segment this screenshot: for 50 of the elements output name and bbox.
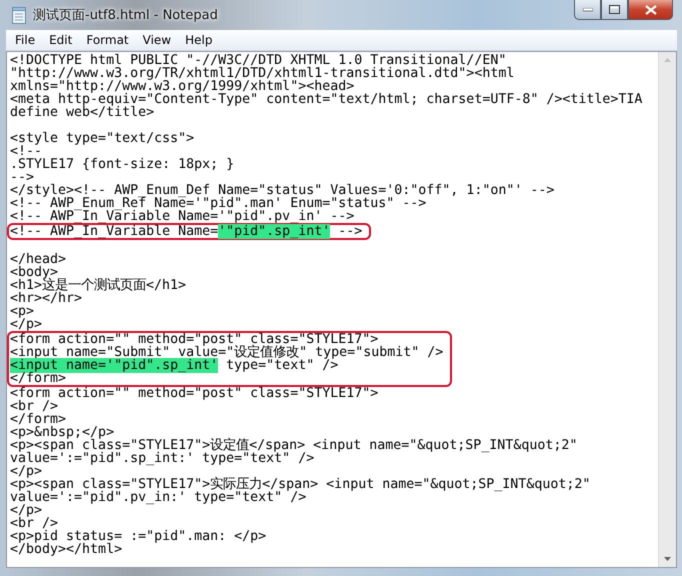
code-line: </p> [10, 318, 44, 331]
code-line: value=':="pid".pv_in:' type="text" /> [10, 491, 306, 504]
code-line: <!-- AWP_In_Variable Name='"pid".pv_in' --> [10, 210, 356, 223]
menu-item[interactable]: Format [79, 32, 136, 48]
code-line: <input name="Submit" value="设定值修改" type="submit" /> [10, 346, 444, 359]
code-line: <p><span class="STYLE17">实际压力</span> <input name="&quot;SP_INT&quot;2" [10, 478, 592, 491]
maximize-icon [609, 5, 620, 14]
code-line: .STYLE17 {font-size: 18px; } [10, 158, 236, 171]
notepad-icon [12, 6, 26, 24]
close-button[interactable] [628, 0, 673, 20]
code-line: <!DOCTYPE html PUBLIC "-//W3C//DTD XHTML 1.0 Transitional//EN" [10, 54, 506, 67]
code-line: </p> [10, 504, 42, 517]
code-line: xmlns="http://www.w3.org/1999/xhtml"><head> [10, 80, 354, 93]
code-line: <h1>这是一个测试页面</h1> [10, 279, 188, 292]
window-title: 测试页面-utf8.html - Notepad [33, 7, 218, 24]
code-line: </form> [10, 413, 66, 426]
minimize-button[interactable] [574, 0, 601, 20]
code-line: --> [10, 171, 34, 184]
code-line: <form action="" method="post" class="STYLE17"> [10, 333, 378, 346]
menu-item[interactable]: View [136, 32, 178, 48]
menu-item[interactable]: Help [178, 32, 220, 48]
code-line: <!-- [10, 145, 42, 158]
menu-item[interactable]: Edit [42, 32, 80, 48]
code-line: <body> [10, 266, 58, 279]
menu-item[interactable]: File [8, 32, 42, 48]
code-line: <p> [10, 305, 34, 318]
code-line: </p> [10, 465, 42, 478]
code-line: <br /> [10, 517, 60, 530]
code-line: value=':="pid".sp_int:' type="text" /> [10, 452, 314, 465]
code-line: define web</title> [10, 106, 154, 119]
code-line: </body></html> [10, 543, 124, 556]
code-line: <p>pid status= :="pid".man: </p> [10, 530, 268, 543]
code-line: "http://www.w3.org/TR/xhtml1/DTD/xhtml1-transitional.dtd"><html [10, 67, 516, 80]
code-line: <meta http-equiv="Content-Type" content="text/html; charset=UTF-8" /><title>TIA [10, 93, 644, 106]
code-line: </form> [10, 372, 67, 385]
code-line: <style type="text/css"> [10, 132, 196, 145]
code-line: <!-- AWP_In_Variable Name='"pid".sp_int' --> [10, 225, 362, 238]
code-line: <hr></hr> [10, 292, 84, 305]
code-line: <!-- AWP_Enum_Ref Name='"pid".man' Enum="status" --> [10, 197, 428, 210]
code-line: <form action="" method="post" class="STYLE17"> [10, 387, 380, 400]
close-icon [644, 4, 656, 14]
code-line: <p><span class="STYLE17">设定值</span> <input name="&quot;SP_INT&quot;2" [10, 439, 578, 452]
maximize-button[interactable] [601, 0, 628, 20]
minimize-icon [582, 8, 592, 12]
code-line: <p>&nbsp;</p> [10, 426, 114, 439]
code-line: <br /> [10, 400, 58, 413]
code-line: <input name='"pid".sp_int' type="text" /> [10, 359, 338, 372]
code-line: </head> [10, 253, 68, 266]
code-line: </style><!-- AWP_Enum_Def Name="status" Values='0:"off", 1:"on"' --> [10, 184, 556, 197]
vertical-scrollbar[interactable] [658, 52, 676, 567]
